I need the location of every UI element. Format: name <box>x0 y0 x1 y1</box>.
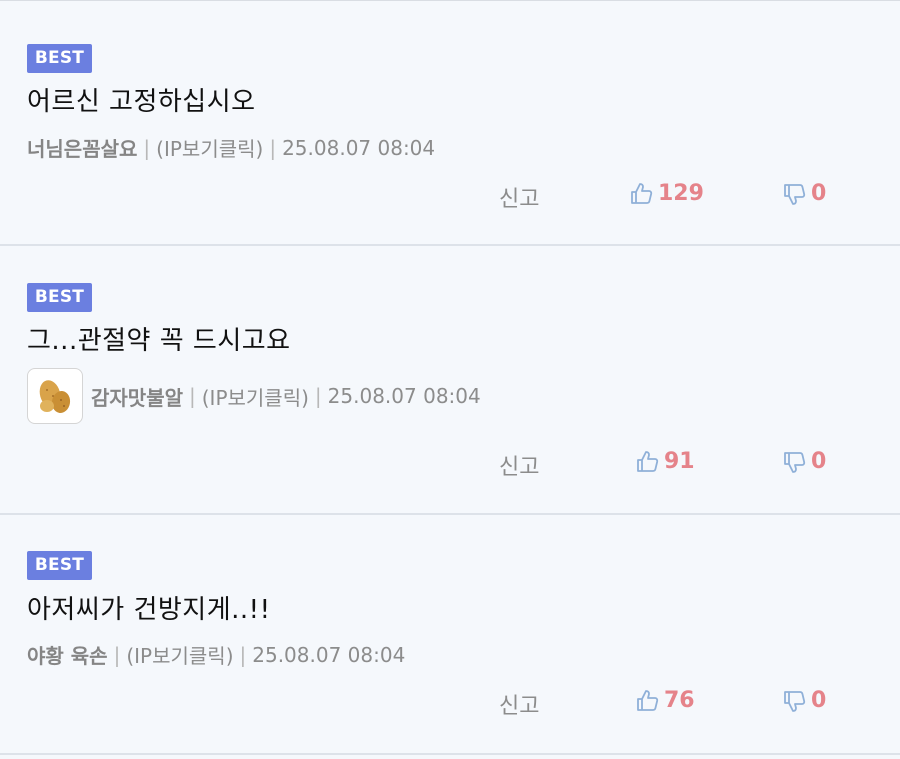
potato-icon <box>39 380 71 413</box>
comment-meta: 감자맛불알 | (IP보기클릭) | 25.08.07 08:04 <box>27 368 481 424</box>
separator: | <box>314 384 322 408</box>
ip-view-link[interactable]: (IP보기클릭) <box>202 382 309 411</box>
like-button[interactable]: 91 <box>636 449 695 474</box>
comment-meta: 너님은꼼살요 | (IP보기클릭) | 25.08.07 08:04 <box>27 133 435 162</box>
like-count: 76 <box>664 688 695 713</box>
thumbs-down-icon <box>784 451 806 473</box>
best-badge: BEST <box>27 44 92 73</box>
comment-meta: 야황 육손 | (IP보기클릭) | 25.08.07 08:04 <box>27 640 405 669</box>
comment-item: BEST 그...관절약 꼭 드시고요 감자맛불알 | (IP보기클릭) | 2… <box>0 246 900 515</box>
dislike-count: 0 <box>811 688 827 713</box>
report-button[interactable]: 신고 <box>499 181 539 213</box>
separator: | <box>269 135 277 160</box>
author-name[interactable]: 너님은꼼살요 <box>27 133 137 162</box>
comment-list: BEST 어르신 고정하십시오 너님은꼼살요 | (IP보기클릭) | 25.0… <box>0 0 900 759</box>
best-badge: BEST <box>27 283 92 312</box>
dislike-count: 0 <box>811 449 827 474</box>
ip-view-link[interactable]: (IP보기클릭) <box>156 133 263 162</box>
like-button[interactable]: 129 <box>630 181 704 206</box>
separator: | <box>113 642 121 667</box>
dislike-button[interactable]: 0 <box>783 181 826 206</box>
report-button[interactable]: 신고 <box>499 449 539 481</box>
avatar[interactable] <box>27 368 83 424</box>
ip-view-link[interactable]: (IP보기클릭) <box>126 640 233 669</box>
comment-item: BEST 어르신 고정하십시오 너님은꼼살요 | (IP보기클릭) | 25.0… <box>0 1 900 246</box>
thumbs-up-icon <box>637 689 659 711</box>
like-button[interactable]: 76 <box>636 688 695 713</box>
dislike-count: 0 <box>811 181 827 206</box>
like-count: 129 <box>658 181 704 206</box>
comment-text: 어르신 고정하십시오 <box>27 87 256 117</box>
best-badge: BEST <box>27 551 92 580</box>
dislike-button[interactable]: 0 <box>783 449 826 474</box>
author-name[interactable]: 야황 육손 <box>27 640 108 669</box>
thumbs-up-icon <box>637 450 659 472</box>
author-name[interactable]: 감자맛불알 <box>91 382 183 411</box>
dislike-button[interactable]: 0 <box>783 688 826 713</box>
thumbs-down-icon <box>784 183 806 205</box>
comment-text: 아저씨가 건방지게..!! <box>27 595 271 625</box>
comment-text: 그...관절약 꼭 드시고요 <box>27 326 291 356</box>
separator: | <box>189 384 196 408</box>
thumbs-up-icon <box>631 182 653 204</box>
comment-datetime: 25.08.07 08:04 <box>282 135 436 160</box>
comment-item: BEST 아저씨가 건방지게..!! 야황 육손 | (IP보기클릭) | 25… <box>0 515 900 755</box>
report-button[interactable]: 신고 <box>499 688 539 720</box>
comment-datetime: 25.08.07 08:04 <box>252 642 406 667</box>
separator: | <box>143 135 151 160</box>
separator: | <box>239 642 247 667</box>
thumbs-down-icon <box>784 690 806 712</box>
like-count: 91 <box>664 449 695 474</box>
comment-datetime: 25.08.07 08:04 <box>327 384 481 408</box>
